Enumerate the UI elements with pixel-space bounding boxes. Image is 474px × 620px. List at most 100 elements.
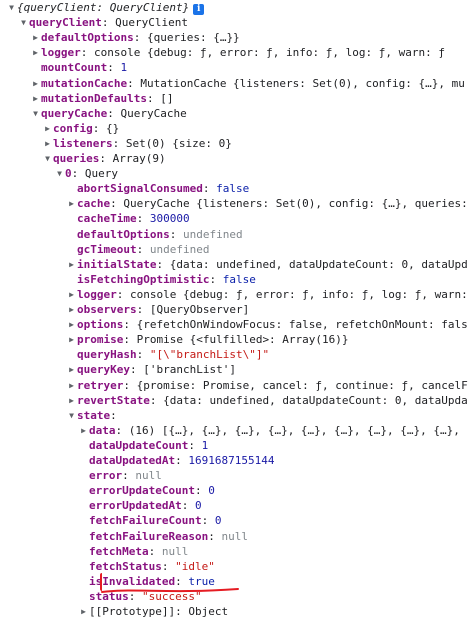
tree-row[interactable]: ▶ promise: Promise {<fulfilled>: Array(16… [0,332,474,347]
tree-row[interactable]: ▼ queries: Array(9) [0,151,474,166]
expand-right-icon[interactable]: ▶ [30,76,41,91]
property-key: defaultOptions [77,227,170,241]
expand-down-icon[interactable]: ▼ [30,106,41,121]
expand-right-icon[interactable]: ▶ [78,604,89,619]
property-key: queryKey [77,363,130,377]
tree-row[interactable]: ▶ config: {} [0,121,474,136]
expand-right-icon[interactable]: ▶ [66,393,77,408]
property-value: 300000 [149,212,190,226]
property-key: dataUpdateCount [89,438,189,452]
property-value: 0 [194,499,202,513]
tree-row: ▶cacheTime: 300000 [77,212,190,226]
expand-right-icon[interactable]: ▶ [66,302,77,317]
annotation-bracket [100,573,105,591]
tree-row: ▶fetchFailureCount: 0 [89,514,222,528]
tree-row[interactable]: ▼ 0: Query [0,166,474,181]
tree-row[interactable]: ▶ mutationDefaults: [] [0,91,474,106]
expand-right-icon[interactable]: ▶ [30,45,41,60]
tree-row[interactable]: ▶ logger: console {debug: ƒ, error: ƒ, in… [0,45,474,60]
property-key: mountCount [41,61,108,75]
property-value: undefined [149,242,210,256]
tree-row[interactable]: ▶ queryKey: ['branchList'] [0,362,474,377]
property-key: dataUpdatedAt [89,454,176,467]
tree-row[interactable]: ▶ options: {refetchOnWindowFocus: false, … [0,317,474,332]
property-value: [QueryObserver] [149,303,250,316]
property-value: 1 [120,61,128,75]
expand-right-icon[interactable]: ▶ [66,196,77,211]
property-value: {refetchOnWindowFocus: false, refetchOnM… [136,318,468,332]
property-key: cacheTime [77,212,137,226]
property-value: 0 [208,484,215,498]
property-key: 0 [65,167,72,181]
property-value: Promise {<fulfilled>: Array(16)} [136,333,349,347]
tree-row: ▶gcTimeout: undefined [77,242,210,256]
expand-right-icon[interactable]: ▶ [30,91,41,106]
property-value: 1 [201,438,209,452]
property-value: false [222,272,256,286]
expand-right-icon[interactable]: ▶ [66,362,77,377]
property-key: data [89,423,116,437]
tree-row: ▶dataUpdatedAt: 1691687155144 [89,454,275,467]
tree-row: ▶fetchFailureReason: null [89,529,248,543]
tree-row[interactable]: ▶ initialState: {data: undefined, dataUpd… [0,257,474,272]
tree-row[interactable]: ▼ state: [0,408,474,423]
tree-row: ▶isInvalidated: true [89,574,215,588]
tree-row: ▶fetchStatus: "idle" [89,559,215,573]
property-value: 1691687155144 [188,454,275,467]
expand-right-icon[interactable]: ▶ [42,121,53,136]
property-value: QueryCache [120,106,187,120]
expand-right-icon[interactable]: ▶ [42,136,53,151]
tree-row[interactable]: ▶ observers: [QueryObserver] [0,302,474,317]
expand-down-icon[interactable]: ▼ [66,408,77,423]
property-key: fetchFailureReason [89,529,209,543]
expand-down-icon[interactable]: ▼ [18,15,29,30]
property-key: status [89,589,129,603]
property-key: [[Prototype]] [89,605,176,618]
expand-right-icon[interactable]: ▶ [66,287,77,302]
tree-row[interactable]: ▶ mutationCache: MutationCache {listeners… [0,76,474,91]
property-key: fetchStatus [89,559,162,573]
property-key: options [77,318,124,332]
property-key: config [53,121,93,135]
tree-row[interactable]: ▶ retryer: {promise: Promise, cancel: ƒ, … [0,378,474,393]
expand-right-icon[interactable]: ▶ [66,378,77,393]
tree-row[interactable]: ▶ listeners: Set(0) {size: 0} [0,136,474,151]
tree-row[interactable]: ▼ {queryClient: QueryClient} i [0,0,474,15]
property-value: null [161,544,189,558]
property-key: revertState [77,393,150,407]
expand-right-icon[interactable]: ▶ [78,423,89,438]
tree-row[interactable]: ▶ [[Prototype]]: Object [0,604,474,619]
property-key: errorUpdatedAt [89,499,182,513]
property-value: Set(0) {size: 0} [125,136,232,150]
tree-row[interactable]: ▶ defaultOptions: {queries: {…}} [0,30,474,45]
tree-row[interactable]: ▼ queryCache: QueryCache [0,106,474,121]
info-icon[interactable]: i [193,4,205,15]
tree-row[interactable]: ▶ revertState: {data: undefined, dataUpda… [0,393,474,408]
tree-row[interactable]: ▶ cache: QueryCache {listeners: Set(0), c… [0,196,474,211]
expand-right-icon[interactable]: ▶ [66,257,77,272]
property-value: "idle" [175,559,215,573]
property-value: {promise: Promise, cancel: ƒ, continue: … [136,378,468,392]
expand-down-icon[interactable]: ▼ [6,0,17,15]
property-key: gcTimeout [77,242,137,256]
expand-right-icon[interactable]: ▶ [30,30,41,45]
property-key: queryCache [41,106,108,120]
expand-down-icon[interactable]: ▼ [54,166,65,181]
expand-right-icon[interactable]: ▶ [66,332,77,347]
property-value: MutationCache {listeners: Set(0), config… [140,76,465,90]
property-value: undefined [182,227,243,241]
tree-row[interactable]: ▼ queryClient: QueryClient [0,15,474,30]
property-value: 0 [214,514,222,528]
tree-row: ▶status: "success" [89,589,202,603]
tree-row[interactable]: ▶ logger: console {debug: ƒ, error: ƒ, in… [0,287,474,302]
property-value: "[\"branchList\"]" [149,348,270,362]
property-value: {queries: {…}} [146,31,240,45]
property-key: initialState [77,257,157,271]
property-value: console {debug: ƒ, error: ƒ, info: ƒ, lo… [130,287,468,301]
expand-down-icon[interactable]: ▼ [42,151,53,166]
tree-row: ▶queryHash: "[\"branchList\"]" [77,348,270,362]
property-value: {queryClient: QueryClient} [17,1,190,14]
tree-row[interactable]: ▶ data: (16) [{…}, {…}, {…}, {…}, {…}, {…… [0,423,474,438]
property-value: "success" [142,589,202,603]
expand-right-icon[interactable]: ▶ [66,317,77,332]
